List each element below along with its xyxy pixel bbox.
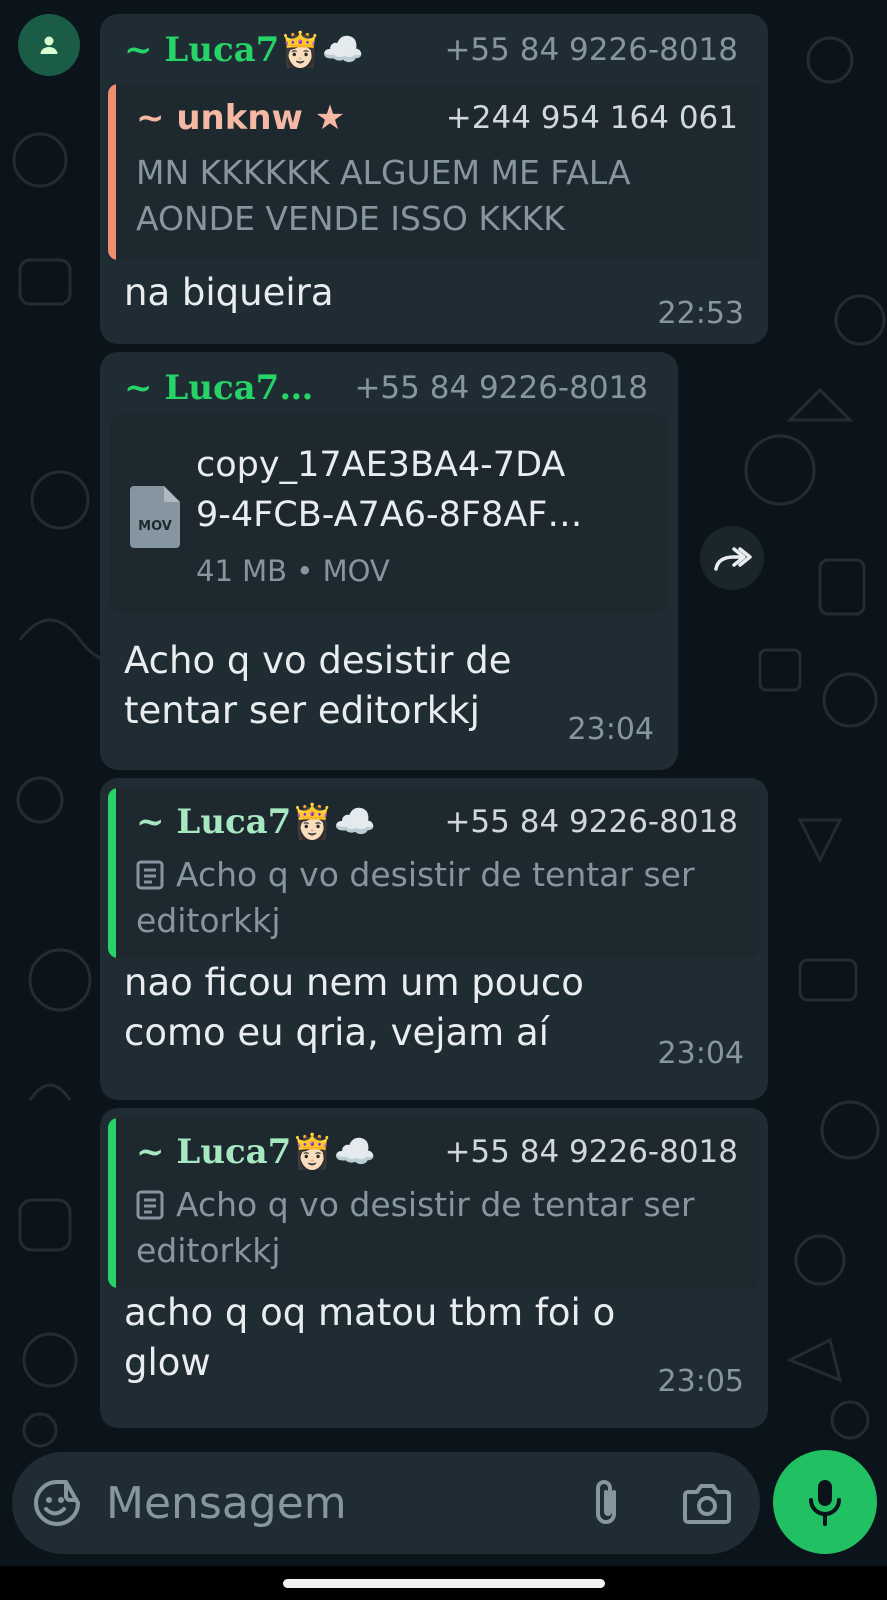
paperclip-icon[interactable] [586, 1476, 626, 1530]
camera-icon[interactable] [682, 1478, 732, 1528]
message-bubble[interactable]: ~ Luca7👸🏻☁️ +55 84 9226-8018 Acho q vo d… [100, 1108, 768, 1428]
sender-phone: +55 84 9226-8018 [354, 370, 648, 406]
sender-name[interactable]: ~ Luca7… [124, 368, 313, 408]
message-bubble[interactable]: ~ Luca7👸🏻☁️ +55 84 9226-8018 Acho q vo d… [100, 778, 768, 1100]
quoted-message[interactable]: ~ Luca7👸🏻☁️ +55 84 9226-8018 Acho q vo d… [108, 1118, 760, 1288]
message-time: 23:05 [657, 1364, 744, 1399]
quote-author: ~ Luca7👸🏻☁️ [136, 802, 377, 842]
quote-author: ~ unknw ★ [136, 98, 346, 138]
quoted-message[interactable]: ~ Luca7👸🏻☁️ +55 84 9226-8018 Acho q vo d… [108, 788, 760, 958]
message-time: 23:04 [567, 712, 654, 747]
message-bubble[interactable]: ~ Luca7👸🏻☁️ +55 84 9226-8018 ~ unknw ★ +… [100, 14, 768, 344]
message-composer [12, 1452, 760, 1554]
quote-bar [108, 84, 116, 260]
quote-text: Acho q vo desistir de tentar ser editork… [136, 855, 695, 940]
home-indicator[interactable] [283, 1579, 605, 1588]
quote-header: ~ Luca7👸🏻☁️ +55 84 9226-8018 [136, 802, 738, 842]
quote-header: ~ unknw ★ +244 954 164 061 [136, 98, 738, 138]
message-time: 23:04 [657, 1036, 744, 1071]
sticker-icon[interactable] [32, 1478, 82, 1528]
document-icon [136, 1190, 164, 1220]
person-icon [40, 36, 58, 54]
file-meta: 41 MB • MOV [196, 554, 390, 588]
quote-text: Acho q vo desistir de tentar ser editork… [136, 1185, 695, 1270]
message-bubble[interactable]: ~ Luca7… +55 84 9226-8018 MOV copy_17AE3… [100, 352, 678, 770]
chat-screen: ~ Luca7👸🏻☁️ +55 84 9226-8018 ~ unknw ★ +… [0, 0, 887, 1600]
message-text: Acho q vo desistir de tentar ser editork… [124, 639, 512, 732]
quote-bar [108, 788, 116, 958]
sender-name[interactable]: ~ Luca7👸🏻☁️ [124, 30, 364, 70]
document-icon [136, 860, 164, 890]
quote-text-wrap: Acho q vo desistir de tentar ser editork… [136, 852, 738, 944]
quote-phone: +55 84 9226-8018 [444, 1134, 738, 1170]
forward-icon [714, 547, 752, 571]
quote-phone: +55 84 9226-8018 [444, 804, 738, 840]
mic-icon [809, 1480, 841, 1526]
mov-file-icon: MOV [130, 486, 180, 548]
forward-button[interactable] [700, 526, 764, 590]
file-name-line: 9-4FCB-A7A6-8F8AF… [196, 495, 583, 535]
quote-text: MN KKKKKK ALGUEM ME FALA AONDE VENDE ISS… [136, 153, 631, 238]
quote-author: ~ Luca7👸🏻☁️ [136, 1132, 377, 1172]
quote-bar [108, 1118, 116, 1288]
message-time: 22:53 [657, 296, 744, 331]
message-text: na biqueira [124, 271, 334, 314]
sender-row: ~ Luca7👸🏻☁️ +55 84 9226-8018 [124, 28, 738, 72]
file-name-line: copy_17AE3BA4-7DA [196, 445, 566, 485]
quoted-message[interactable]: ~ unknw ★ +244 954 164 061 MN KKKKKK ALG… [108, 84, 760, 260]
message-text: nao ficou nem um pouco como eu qria, vej… [124, 961, 584, 1054]
file-attachment[interactable]: MOV copy_17AE3BA4-7DA 9-4FCB-A7A6-8F8AF…… [110, 414, 668, 614]
quote-header: ~ Luca7👸🏻☁️ +55 84 9226-8018 [136, 1132, 738, 1172]
quote-phone: +244 954 164 061 [445, 100, 738, 136]
sender-phone: +55 84 9226-8018 [444, 32, 738, 68]
sender-avatar[interactable] [18, 14, 80, 76]
mic-button[interactable] [773, 1450, 877, 1554]
message-text: acho q oq matou tbm foi o glow [124, 1291, 616, 1384]
quote-text-wrap: Acho q vo desistir de tentar ser editork… [136, 1182, 738, 1274]
message-input[interactable] [106, 1470, 546, 1536]
sender-row: ~ Luca7… +55 84 9226-8018 [124, 366, 648, 410]
file-name: copy_17AE3BA4-7DA 9-4FCB-A7A6-8F8AF… [196, 440, 656, 540]
file-icon-label: MOV [138, 519, 172, 534]
